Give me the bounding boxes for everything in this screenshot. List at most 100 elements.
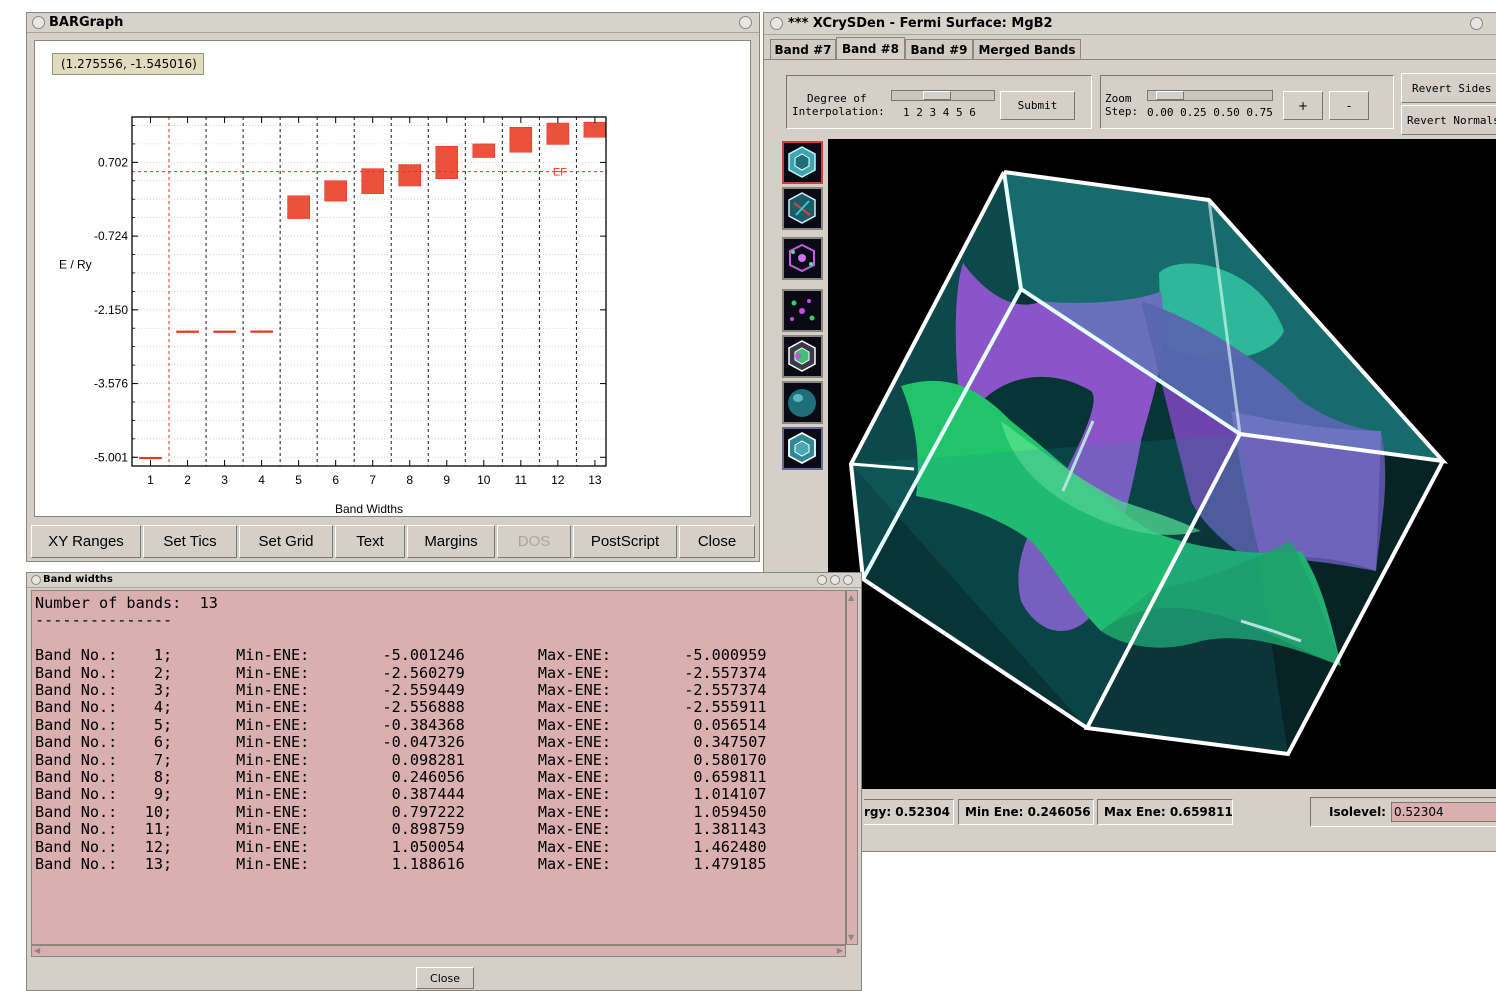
x-tick-label: 5 bbox=[295, 473, 302, 487]
bandwidths-titlebar[interactable]: Band widths bbox=[27, 573, 861, 588]
atoms-cell-icon[interactable] bbox=[782, 237, 823, 280]
tab-band-8[interactable]: Band #8 bbox=[836, 37, 905, 60]
x-tick-label: 6 bbox=[332, 473, 339, 487]
tab-merged-bands[interactable]: Merged Bands bbox=[973, 39, 1081, 59]
zoom-in-button[interactable]: + bbox=[1283, 91, 1323, 120]
band-bar bbox=[176, 330, 199, 333]
band-bar bbox=[324, 180, 347, 202]
zoom-label-2: Step: bbox=[1105, 105, 1139, 118]
close-bandwidths-button[interactable]: Close bbox=[416, 967, 474, 989]
x-tick-label: 3 bbox=[221, 473, 228, 487]
interpolation-group: Degree of Interpolation: 1 2 3 4 5 6 Sub… bbox=[786, 75, 1092, 129]
zoom-out-button[interactable]: - bbox=[1329, 91, 1369, 120]
x-tick-label: 12 bbox=[551, 473, 565, 487]
x-tick-label: 13 bbox=[588, 473, 602, 487]
isolevel-label: Isolevel: bbox=[1329, 805, 1386, 819]
band-bar bbox=[435, 145, 459, 179]
window-shade-icon[interactable] bbox=[739, 16, 752, 29]
band-bar bbox=[398, 164, 422, 187]
bandwidths-text-area[interactable]: Number of bands: 13 --------------- Band… bbox=[31, 590, 846, 945]
window-menu-icon[interactable] bbox=[770, 17, 783, 30]
window-menu-icon[interactable] bbox=[31, 575, 41, 585]
window-minimize-icon[interactable] bbox=[817, 575, 827, 585]
zoom-group: Zoom Step: 0.00 0.25 0.50 0.75 + - bbox=[1100, 75, 1394, 129]
dos-button[interactable]: DOS bbox=[497, 525, 571, 558]
scroll-up-icon[interactable]: ▲ bbox=[848, 593, 854, 602]
x-tick-label: 11 bbox=[515, 473, 528, 487]
isolevel-box: Isolevel: 0.52304 bbox=[1310, 797, 1496, 827]
set-grid-button[interactable]: Set Grid bbox=[239, 525, 333, 558]
chart-ticks: 1 2 3 4 5 6 7 8 9 10 11 12 130.702-0.724-2.150-3.576… bbox=[94, 117, 606, 487]
window-close-icon[interactable] bbox=[843, 575, 853, 585]
band-bar bbox=[250, 330, 273, 333]
shaded-cell-icon[interactable] bbox=[782, 427, 823, 470]
vertical-scrollbar[interactable]: ▲ ▼ bbox=[846, 590, 858, 945]
chart-bars bbox=[139, 121, 607, 460]
window-maximize-icon[interactable] bbox=[830, 575, 840, 585]
bandwidths-title: Band widths bbox=[43, 574, 113, 585]
status-bar: rgy: 0.52304 Min Ene: 0.246056 Max Ene: … bbox=[764, 791, 1496, 831]
bargraph-title: BARGraph bbox=[49, 15, 124, 30]
tab-band-9[interactable]: Band #9 bbox=[905, 39, 973, 59]
cell-with-surface-icon[interactable] bbox=[782, 187, 823, 230]
postscript-button[interactable]: PostScript bbox=[573, 525, 677, 558]
x-tick-label: 1 bbox=[147, 473, 154, 487]
zoom-slider[interactable] bbox=[1147, 90, 1273, 101]
zoom-slider-knob[interactable] bbox=[1156, 91, 1184, 100]
band-bar bbox=[139, 456, 162, 460]
status-energy: rgy: 0.52304 bbox=[864, 799, 954, 825]
window-shade-icon[interactable] bbox=[1470, 17, 1483, 30]
x-tick-label: 7 bbox=[369, 473, 376, 487]
band-bar bbox=[361, 168, 385, 194]
revert-sides-button[interactable]: Revert Sides bbox=[1401, 73, 1496, 103]
status-min-energy: Min Ene: 0.246056 bbox=[958, 799, 1094, 825]
isolevel-input[interactable]: 0.52304 bbox=[1390, 802, 1496, 822]
tab-baseline bbox=[764, 59, 1496, 60]
interp-label-1: Degree of bbox=[807, 92, 867, 105]
window-menu-icon[interactable] bbox=[32, 16, 45, 29]
margins-button[interactable]: Margins bbox=[407, 525, 495, 558]
scroll-right-icon[interactable]: ▶ bbox=[837, 946, 843, 955]
xy-ranges-button[interactable]: XY Ranges bbox=[31, 525, 141, 558]
band-bar bbox=[546, 122, 570, 145]
wireframe-cell-icon[interactable] bbox=[782, 141, 823, 184]
xcrysden-window: *** XCrySDen - Fermi Surface: MgB2 Band … bbox=[763, 12, 1496, 852]
band-bar bbox=[583, 121, 607, 138]
zoom-scale: 0.00 0.25 0.50 0.75 bbox=[1147, 106, 1273, 119]
tab-band-7[interactable]: Band #7 bbox=[770, 39, 836, 59]
interpolation-slider-knob[interactable] bbox=[923, 91, 951, 100]
sphere-surface-icon[interactable] bbox=[782, 381, 823, 424]
x-tick-label: 9 bbox=[443, 473, 450, 487]
interp-label-2: Interpolation: bbox=[792, 105, 885, 118]
bandwidths-report: Number of bands: 13 --------------- Band… bbox=[35, 594, 767, 874]
fermi-level-label: EF bbox=[553, 167, 567, 179]
fermi-surface-viewport[interactable] bbox=[828, 139, 1496, 789]
scroll-down-icon[interactable]: ▼ bbox=[848, 933, 854, 942]
y-tick-label: 0.702 bbox=[98, 155, 128, 169]
solid-cell-icon[interactable] bbox=[782, 335, 823, 378]
xcrysden-titlebar[interactable]: *** XCrySDen - Fermi Surface: MgB2 bbox=[764, 13, 1496, 35]
scroll-left-icon[interactable]: ◀ bbox=[34, 946, 40, 955]
set-tics-button[interactable]: Set Tics bbox=[143, 525, 237, 558]
horizontal-scrollbar[interactable]: ◀ ▶ bbox=[31, 945, 846, 957]
close-bargraph-button[interactable]: Close bbox=[679, 525, 755, 558]
x-tick-label: 4 bbox=[258, 473, 265, 487]
bargraph-window: BARGraph (1.275556, -1.545016) 123456789… bbox=[26, 12, 760, 562]
y-tick-label: -5.001 bbox=[94, 450, 128, 464]
y-tick-label: -2.150 bbox=[94, 303, 128, 317]
x-tick-label: 8 bbox=[406, 473, 413, 487]
dots-surface-icon[interactable] bbox=[782, 289, 823, 332]
text-button[interactable]: Text bbox=[335, 525, 405, 558]
x-tick-label: 2 bbox=[184, 473, 191, 487]
submit-button[interactable]: Submit bbox=[1000, 91, 1075, 120]
bargraph-button-row: XY Ranges Set Tics Set Grid Text Margins… bbox=[31, 524, 755, 560]
revert-normals-button[interactable]: Revert Normals bbox=[1401, 105, 1496, 135]
bandwidths-window: Band widths Number of bands: 13 --------… bbox=[26, 572, 862, 991]
bargraph-titlebar[interactable]: BARGraph bbox=[27, 13, 759, 33]
fermi-surface-render bbox=[848, 170, 1449, 757]
xcrysden-title: *** XCrySDen - Fermi Surface: MgB2 bbox=[788, 16, 1053, 31]
interpolation-slider[interactable] bbox=[891, 90, 995, 101]
y-tick-label: -0.724 bbox=[94, 229, 128, 243]
band-bar bbox=[213, 330, 236, 333]
bargraph-plot-area[interactable]: (1.275556, -1.545016) 1 2 3 4 5 6 7 8 9 10 11 12 13 0… bbox=[34, 40, 751, 517]
